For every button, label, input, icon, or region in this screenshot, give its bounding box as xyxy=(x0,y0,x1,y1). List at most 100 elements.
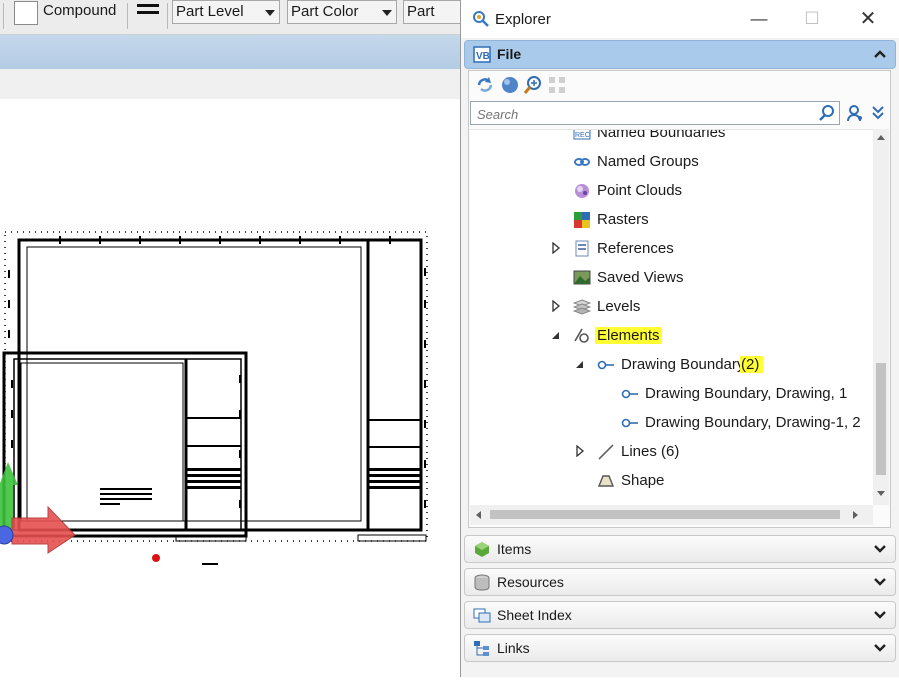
sheet-1-inner-frame xyxy=(26,246,362,522)
level-combo[interactable]: Part Level xyxy=(172,0,280,24)
globe-icon[interactable] xyxy=(500,75,520,95)
minimize-button[interactable]: — xyxy=(744,8,774,30)
expand-arrow-icon[interactable] xyxy=(551,242,561,254)
scroll-left-icon[interactable] xyxy=(476,511,481,519)
collapse-arrow-icon[interactable] xyxy=(575,358,585,370)
collapse-arrow-icon[interactable] xyxy=(551,329,561,341)
sheet-2-drawing-area xyxy=(20,362,184,522)
tree-item-drawing-boundary-1[interactable]: Drawing Boundary, Drawing, 1 xyxy=(470,379,870,407)
tree-item-label: Saved Views xyxy=(597,269,684,286)
section-title-resources: Resources xyxy=(497,574,564,590)
tree-item-label: Rasters xyxy=(597,211,649,228)
saved-views-icon xyxy=(573,270,591,285)
search-input[interactable] xyxy=(475,104,819,124)
tree-item-saved-views[interactable]: Saved Views xyxy=(470,263,870,291)
origin-marker xyxy=(152,554,160,562)
attributes-toolbar: Compound Part Level Part Color Part Styl… xyxy=(0,0,462,35)
svg-text:REC: REC xyxy=(575,132,590,139)
section-header-items[interactable]: Items xyxy=(464,535,896,563)
tree-item-label: Drawing Boundary xyxy=(621,356,745,373)
expand-arrow-icon[interactable] xyxy=(551,300,561,312)
search-options-icon[interactable] xyxy=(846,104,864,122)
sheet-dotted-border xyxy=(4,231,428,542)
search-box[interactable] xyxy=(470,101,840,125)
scroll-right-icon[interactable] xyxy=(853,511,858,519)
tree-item-label: Drawing Boundary, Drawing, 1 xyxy=(645,385,848,402)
expand-all-icon[interactable] xyxy=(871,104,885,120)
fill-color-swatch[interactable] xyxy=(14,1,38,25)
drawing-canvas[interactable] xyxy=(0,99,460,677)
section-title-sheet-index: Sheet Index xyxy=(497,607,572,623)
section-header-file[interactable]: VB File xyxy=(464,40,896,69)
zoom-to-icon[interactable] xyxy=(523,75,543,95)
links-icon xyxy=(474,641,489,656)
tree-item-label: Lines (6) xyxy=(621,443,680,460)
color-combo[interactable]: Part Color xyxy=(287,0,397,24)
origin-handle[interactable] xyxy=(0,525,14,545)
tree-item-named-boundaries[interactable]: REC Named Boundaries xyxy=(470,129,870,146)
chevron-down-icon xyxy=(874,644,886,652)
scroll-up-icon[interactable] xyxy=(877,135,885,140)
style-combo[interactable]: Part Style xyxy=(403,0,462,24)
file-tree: REC Named Boundaries Named Groups Point … xyxy=(470,129,873,506)
scroll-thumb[interactable] xyxy=(490,510,840,519)
title-bar[interactable]: Explorer — ☐ ✕ xyxy=(461,0,899,38)
explorer-logo-icon xyxy=(473,11,489,27)
tree-item-rasters[interactable]: Rasters xyxy=(470,205,870,233)
explorer-window: Explorer — ☐ ✕ VB File Search REC Named … xyxy=(460,0,899,677)
scroll-thumb[interactable] xyxy=(876,363,886,475)
tree-item-drawing-boundary-2[interactable]: Drawing Boundary, Drawing-1, 2 xyxy=(470,408,870,436)
tree-item-point-clouds[interactable]: Point Clouds xyxy=(470,176,870,204)
select-elements-icon[interactable] xyxy=(547,75,567,95)
section-header-sheet-index[interactable]: Sheet Index xyxy=(464,601,896,629)
sheet-1-title-stripes xyxy=(369,468,421,489)
chevron-down-icon xyxy=(265,10,275,16)
tree-item-drawing-boundary[interactable]: Drawing Boundary (2) xyxy=(470,350,870,378)
sheet-2-frame xyxy=(2,351,248,538)
maximize-icon: ☐ xyxy=(804,9,820,28)
tree-item-elements[interactable]: Elements xyxy=(470,321,870,349)
sheet-ticks xyxy=(8,236,426,508)
toolbar-separator xyxy=(167,3,168,29)
section-header-resources[interactable]: Resources xyxy=(464,568,896,596)
drawing-sheet xyxy=(0,231,428,565)
close-button[interactable]: ✕ xyxy=(853,8,883,30)
tree-item-lines[interactable]: Lines (6) xyxy=(470,437,870,465)
tree-item-levels[interactable]: Levels xyxy=(470,292,870,320)
view-header-strip xyxy=(0,69,460,99)
window-title: Explorer xyxy=(495,11,551,28)
sheet-index-icon xyxy=(473,608,491,623)
toolbar-separator xyxy=(127,3,128,29)
maximize-button[interactable]: ☐ xyxy=(797,8,827,30)
view-banner xyxy=(0,35,460,69)
sheet-2-inner-frame xyxy=(13,358,242,531)
compound-label[interactable]: Compound xyxy=(43,2,116,19)
tree-item-label: Named Boundaries xyxy=(597,129,726,141)
boundary-icon xyxy=(621,389,638,399)
tree-horizontal-scrollbar[interactable] xyxy=(470,505,873,525)
named-boundaries-icon: REC xyxy=(573,130,591,140)
line-weight-icon[interactable] xyxy=(137,4,159,22)
tree-vertical-scrollbar[interactable] xyxy=(873,129,889,505)
item-count: (2) xyxy=(740,356,764,373)
search-icon[interactable] xyxy=(819,105,835,121)
section-header-links[interactable]: Links xyxy=(464,634,896,662)
chevron-up-icon xyxy=(874,50,886,58)
section-title-links: Links xyxy=(497,640,530,656)
chevron-down-icon xyxy=(874,578,886,586)
text-block xyxy=(100,488,152,505)
rasters-icon xyxy=(574,212,590,228)
tree-item-label: Drawing Boundary, Drawing-1, 2 xyxy=(645,414,861,431)
style-combo-value: Part Style xyxy=(407,3,435,20)
file-panel: REC Named Boundaries Named Groups Point … xyxy=(468,70,891,528)
tree-item-shape[interactable]: Shape xyxy=(470,466,870,494)
refresh-icon[interactable] xyxy=(475,75,495,95)
tree-item-named-groups[interactable]: Named Groups xyxy=(470,147,870,175)
scroll-down-icon[interactable] xyxy=(877,491,885,496)
sheet-2-title-stripes xyxy=(187,468,241,489)
chevron-down-icon xyxy=(874,545,886,553)
tree-item-label: Shape xyxy=(621,472,665,489)
line-icon xyxy=(598,444,614,460)
tree-item-references[interactable]: References xyxy=(470,234,870,262)
expand-arrow-icon[interactable] xyxy=(575,445,585,457)
